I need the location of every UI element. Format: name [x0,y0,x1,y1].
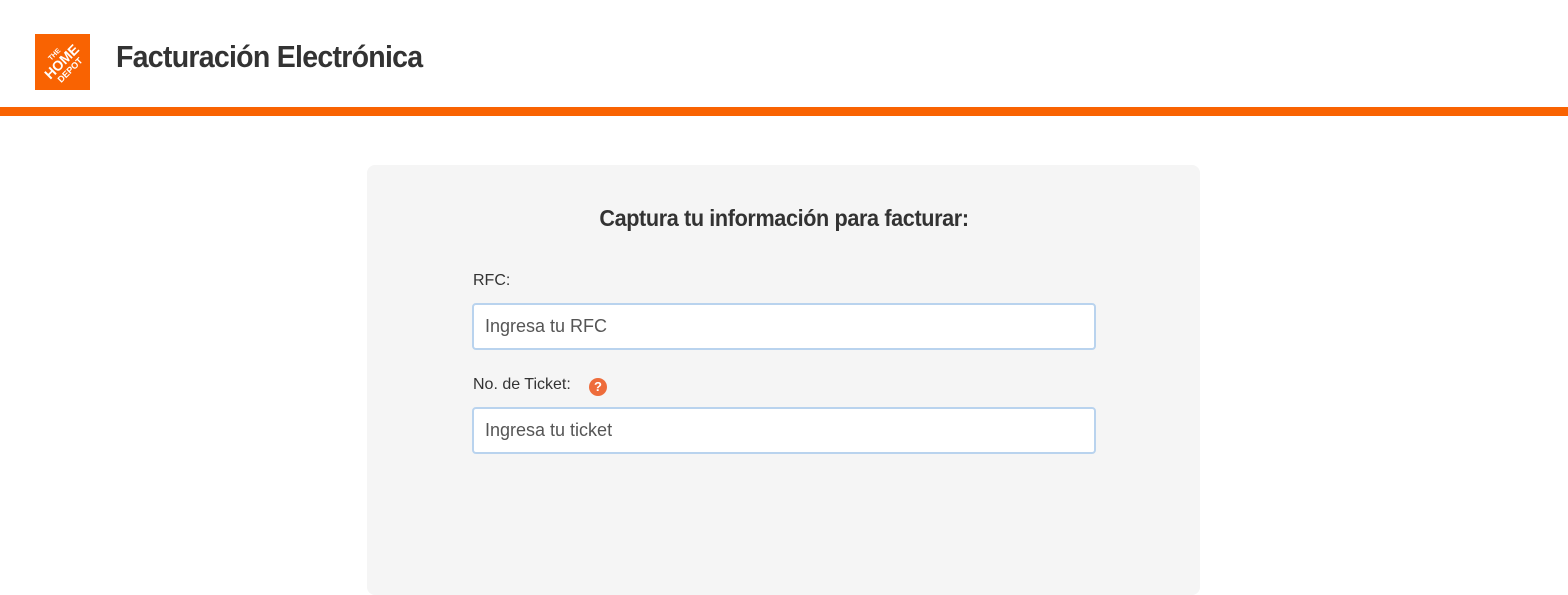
rfc-label: RFC: [473,272,511,289]
page-title: Facturación Electrónica [116,39,423,74]
ticket-help-icon[interactable]: ? [589,378,607,396]
ticket-label: No. de Ticket: [473,376,571,393]
header-accent-bar [0,107,1568,116]
ticket-input[interactable] [472,407,1096,454]
site-header: THE HOME DEPOT Facturación Electrónica [0,0,1568,107]
rfc-input[interactable] [472,303,1096,350]
home-depot-logo[interactable]: THE HOME DEPOT [35,34,90,90]
form-heading: Captura tu información para facturar: [599,205,969,231]
